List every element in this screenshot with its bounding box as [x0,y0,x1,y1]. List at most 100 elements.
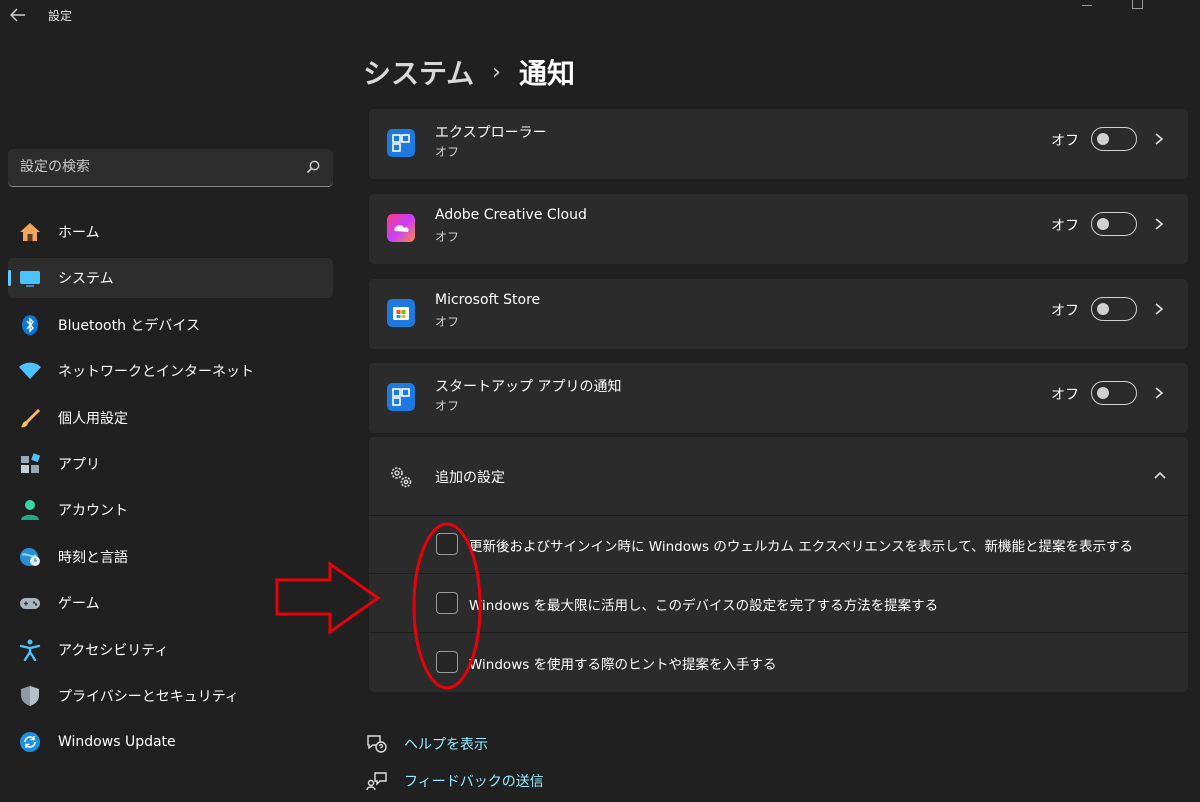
breadcrumb-parent[interactable]: システム [363,52,474,92]
shield-icon [21,685,39,706]
sidebar-item-bluetooth[interactable]: Bluetooth とデバイス [8,305,333,345]
sidebar-item-time-language[interactable]: 時刻と言語 [8,537,333,577]
sidebar-item-accessibility[interactable]: アクセシビリティ [8,630,333,670]
sidebar-item-privacy[interactable]: プライバシーとセキュリティ [8,676,333,716]
app-row-startup[interactable]: スタートアップ アプリの通知 オフ オフ [369,363,1188,433]
bluetooth-icon [22,314,38,335]
settings-search [8,149,333,187]
maximize-button[interactable] [1118,0,1158,12]
sidebar-item-network[interactable]: ネットワークとインターネット [8,351,333,391]
sidebar-item-label: ホーム [58,225,100,241]
toggle-label: オフ [1051,303,1079,319]
option-label: Windows を使用する際のヒントや提案を入手する [469,657,777,673]
welcome-experience-checkbox[interactable] [436,533,458,555]
sidebar-nav: ホーム システム Bluetooth とデバイス ネットワークとインターネット … [8,212,333,769]
option-row: Windows を最大限に活用し、このデバイスの設定を完了する方法を提案する [369,575,1188,633]
toggle-label: オフ [1051,218,1079,234]
minimize-button[interactable] [1068,0,1108,12]
sidebar-item-label: プライバシーとセキュリティ [58,688,239,705]
notification-toggle[interactable] [1091,212,1137,236]
page-title: 通知 [518,57,575,90]
search-input[interactable] [8,149,298,185]
feedback-link[interactable]: フィードバックの送信 [404,771,544,791]
additional-settings-title: 追加の設定 [435,470,505,486]
explorer-icon [387,129,415,157]
chevron-up-icon[interactable] [1152,467,1168,483]
sidebar-item-label: Bluetooth とデバイス [58,317,200,334]
chevron-right-icon[interactable] [1151,127,1167,151]
sidebar-item-personalization[interactable]: 個人用設定 [8,398,333,438]
startup-icon [387,383,415,411]
sidebar-item-label: ネットワークとインターネット [58,364,254,381]
notification-toggle[interactable] [1091,127,1137,151]
chevron-right-icon[interactable] [1151,212,1167,236]
globe-clock-icon [20,547,40,566]
app-row-explorer[interactable]: エクスプローラー オフ オフ [369,109,1188,179]
breadcrumb: システム › 通知 [363,52,575,92]
help-icon [367,735,387,753]
wifi-icon [19,362,41,380]
toggle-knob [1097,218,1109,230]
sidebar-item-gaming[interactable]: ゲーム [8,583,333,623]
tips-suggestions-checkbox[interactable] [436,651,458,673]
breadcrumb-separator: › [492,59,501,85]
chevron-right-icon[interactable] [1151,297,1167,321]
additional-settings-panel: 追加の設定 更新後およびサインイン時に Windows のウェルカム エクスペリ… [369,437,1188,692]
feedback-icon [366,772,387,791]
app-name: Microsoft Store [435,292,541,308]
toggle-knob [1097,387,1109,399]
app-status: オフ [435,399,460,413]
gears-icon [391,467,412,488]
windows-update-icon [20,732,40,753]
sidebar-item-label: ゲーム [58,596,100,613]
toggle-knob [1097,133,1109,145]
sidebar-item-label: Windows Update [58,734,176,751]
toggle-label: オフ [1051,387,1079,403]
app-name: Adobe Creative Cloud [435,207,587,223]
app-status: オフ [435,230,460,244]
option-label: Windows を最大限に活用し、このデバイスの設定を完了する方法を提案する [469,598,939,614]
app-status: オフ [435,315,460,329]
feedback-link-row[interactable]: フィードバックの送信 [366,769,544,793]
title-bar: 設定 [0,0,1200,32]
accessibility-icon [19,639,41,661]
home-icon [20,223,40,241]
app-name: スタートアップ アプリの通知 [435,379,622,395]
sidebar-item-label: 個人用設定 [58,410,128,427]
chevron-right-icon[interactable] [1151,381,1167,405]
app-title: 設定 [48,9,73,23]
apps-icon [21,453,41,473]
sidebar-item-label: アクセシビリティ [58,642,169,659]
sidebar-item-label: 時刻と言語 [58,549,128,566]
sidebar-item-home[interactable]: ホーム [8,212,333,252]
account-icon [21,500,39,521]
sidebar-item-system[interactable]: システム [8,258,333,299]
sidebar-item-accounts[interactable]: アカウント [8,490,333,530]
app-name: エクスプローラー [435,125,547,141]
help-link-row[interactable]: ヘルプを表示 [366,732,488,756]
search-icon[interactable] [305,159,321,175]
store-icon [387,299,415,327]
option-row: Windows を使用する際のヒントや提案を入手する [369,634,1188,692]
sidebar-item-label: アプリ [58,456,100,473]
system-icon [20,271,40,288]
arrow-left-icon [9,8,25,22]
toggle-label: オフ [1051,133,1079,149]
adobe-cc-icon [387,214,415,242]
sidebar-item-label: システム [58,271,114,288]
option-row: 更新後およびサインイン時に Windows のウェルカム エクスペリエンスを表示… [369,516,1188,574]
finish-setup-checkbox[interactable] [436,592,458,614]
additional-settings-header[interactable]: 追加の設定 [369,437,1188,516]
help-link[interactable]: ヘルプを表示 [404,734,488,754]
sidebar-item-label: アカウント [58,503,128,520]
toggle-knob [1097,303,1109,315]
sidebar-item-windows-update[interactable]: Windows Update [8,722,333,762]
app-row-adobe[interactable]: Adobe Creative Cloud オフ オフ [369,194,1188,264]
app-status: オフ [435,145,460,159]
notification-toggle[interactable] [1091,297,1137,321]
app-row-store[interactable]: Microsoft Store オフ オフ [369,279,1188,349]
back-button[interactable] [6,4,30,26]
notification-toggle[interactable] [1091,381,1137,405]
sidebar-item-apps[interactable]: アプリ [8,444,333,484]
gamepad-icon [20,598,40,610]
